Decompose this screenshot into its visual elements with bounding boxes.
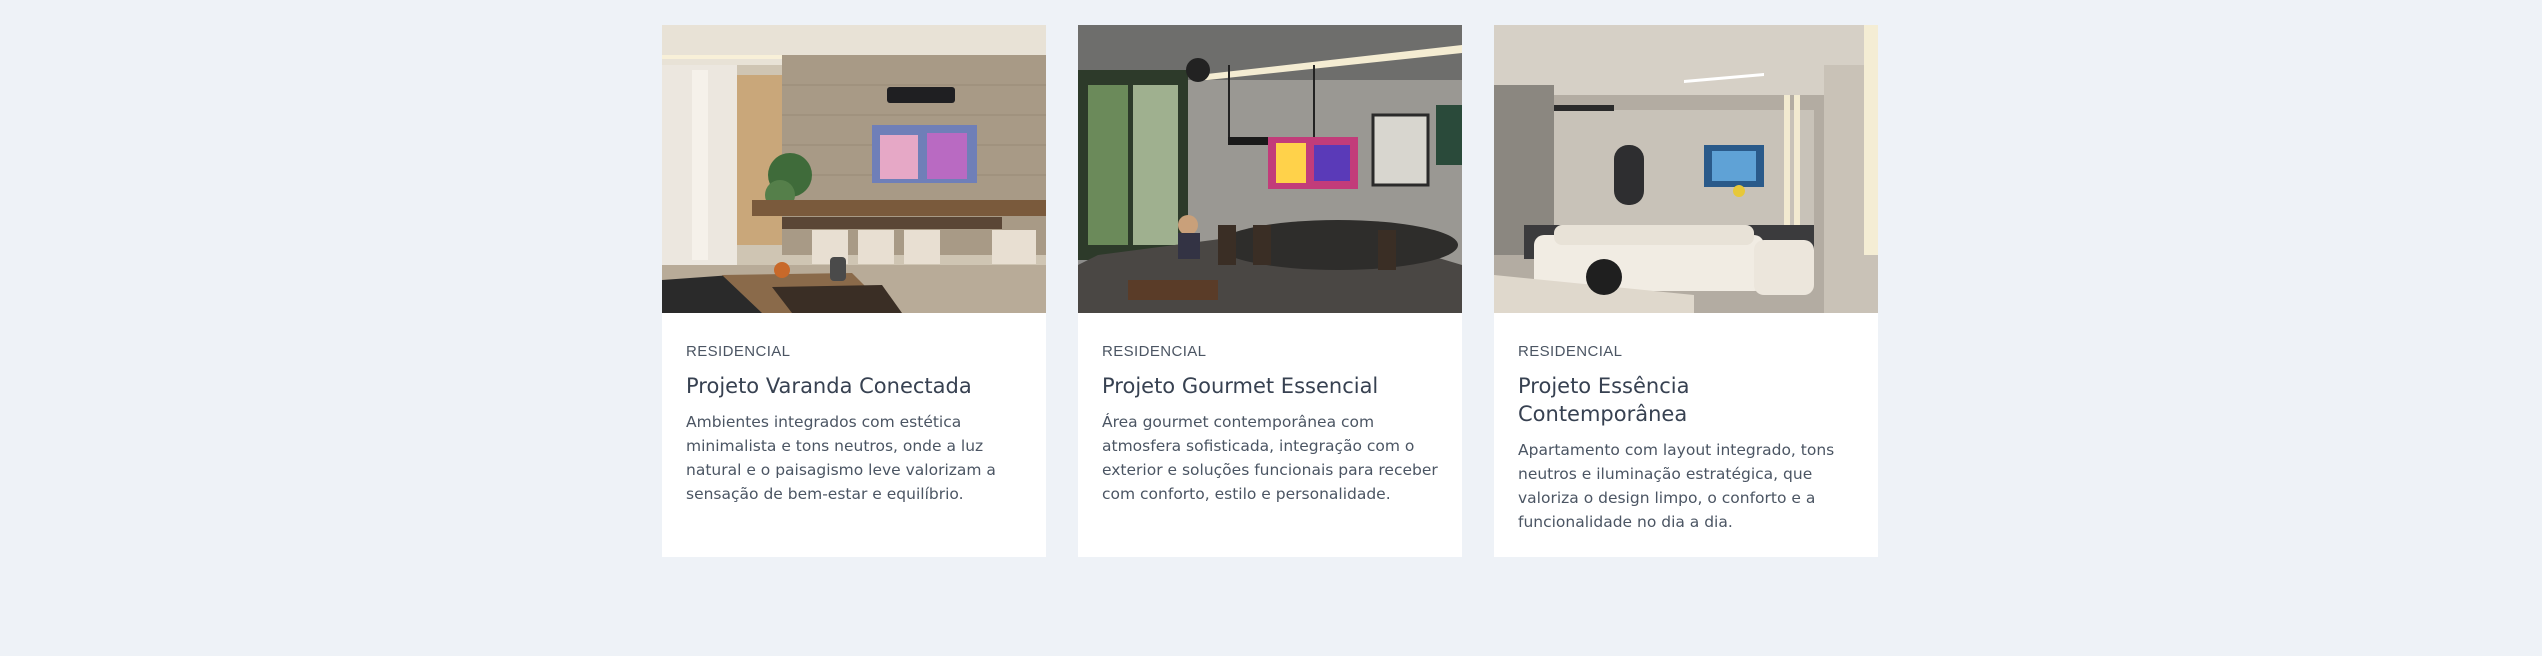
project-card-body: RESIDENCIAL Projeto Essência Contemporân… [1494,313,1878,558]
project-card-body: RESIDENCIAL Projeto Varanda Conectada Am… [662,313,1046,530]
project-description: Apartamento com layout integrado, tons n… [1518,441,1835,531]
project-title[interactable]: Projeto Gourmet Essencial [1102,372,1438,400]
project-grid: RESIDENCIAL Projeto Varanda Conectada Am… [662,25,1878,557]
project-card-body: RESIDENCIAL Projeto Gourmet Essencial Ár… [1078,313,1462,530]
project-description: Área gourmet contemporânea com atmosfera… [1102,413,1438,503]
project-card[interactable]: RESIDENCIAL Projeto Gourmet Essencial Ár… [1078,25,1462,557]
project-category: RESIDENCIAL [1102,343,1207,360]
project-category: RESIDENCIAL [1518,343,1623,360]
project-title[interactable]: Projeto Varanda Conectada [686,372,1022,400]
project-title[interactable]: Projeto Essência Contemporânea [1518,372,1854,428]
project-image-gourmet-area[interactable] [1078,25,1462,313]
project-card[interactable]: RESIDENCIAL Projeto Essência Contemporân… [1494,25,1878,557]
project-category: RESIDENCIAL [686,343,791,360]
project-image-living-room[interactable] [662,25,1046,313]
project-image-apartment[interactable] [1494,25,1878,313]
project-card[interactable]: RESIDENCIAL Projeto Varanda Conectada Am… [662,25,1046,557]
project-description: Ambientes integrados com estética minima… [686,413,996,503]
